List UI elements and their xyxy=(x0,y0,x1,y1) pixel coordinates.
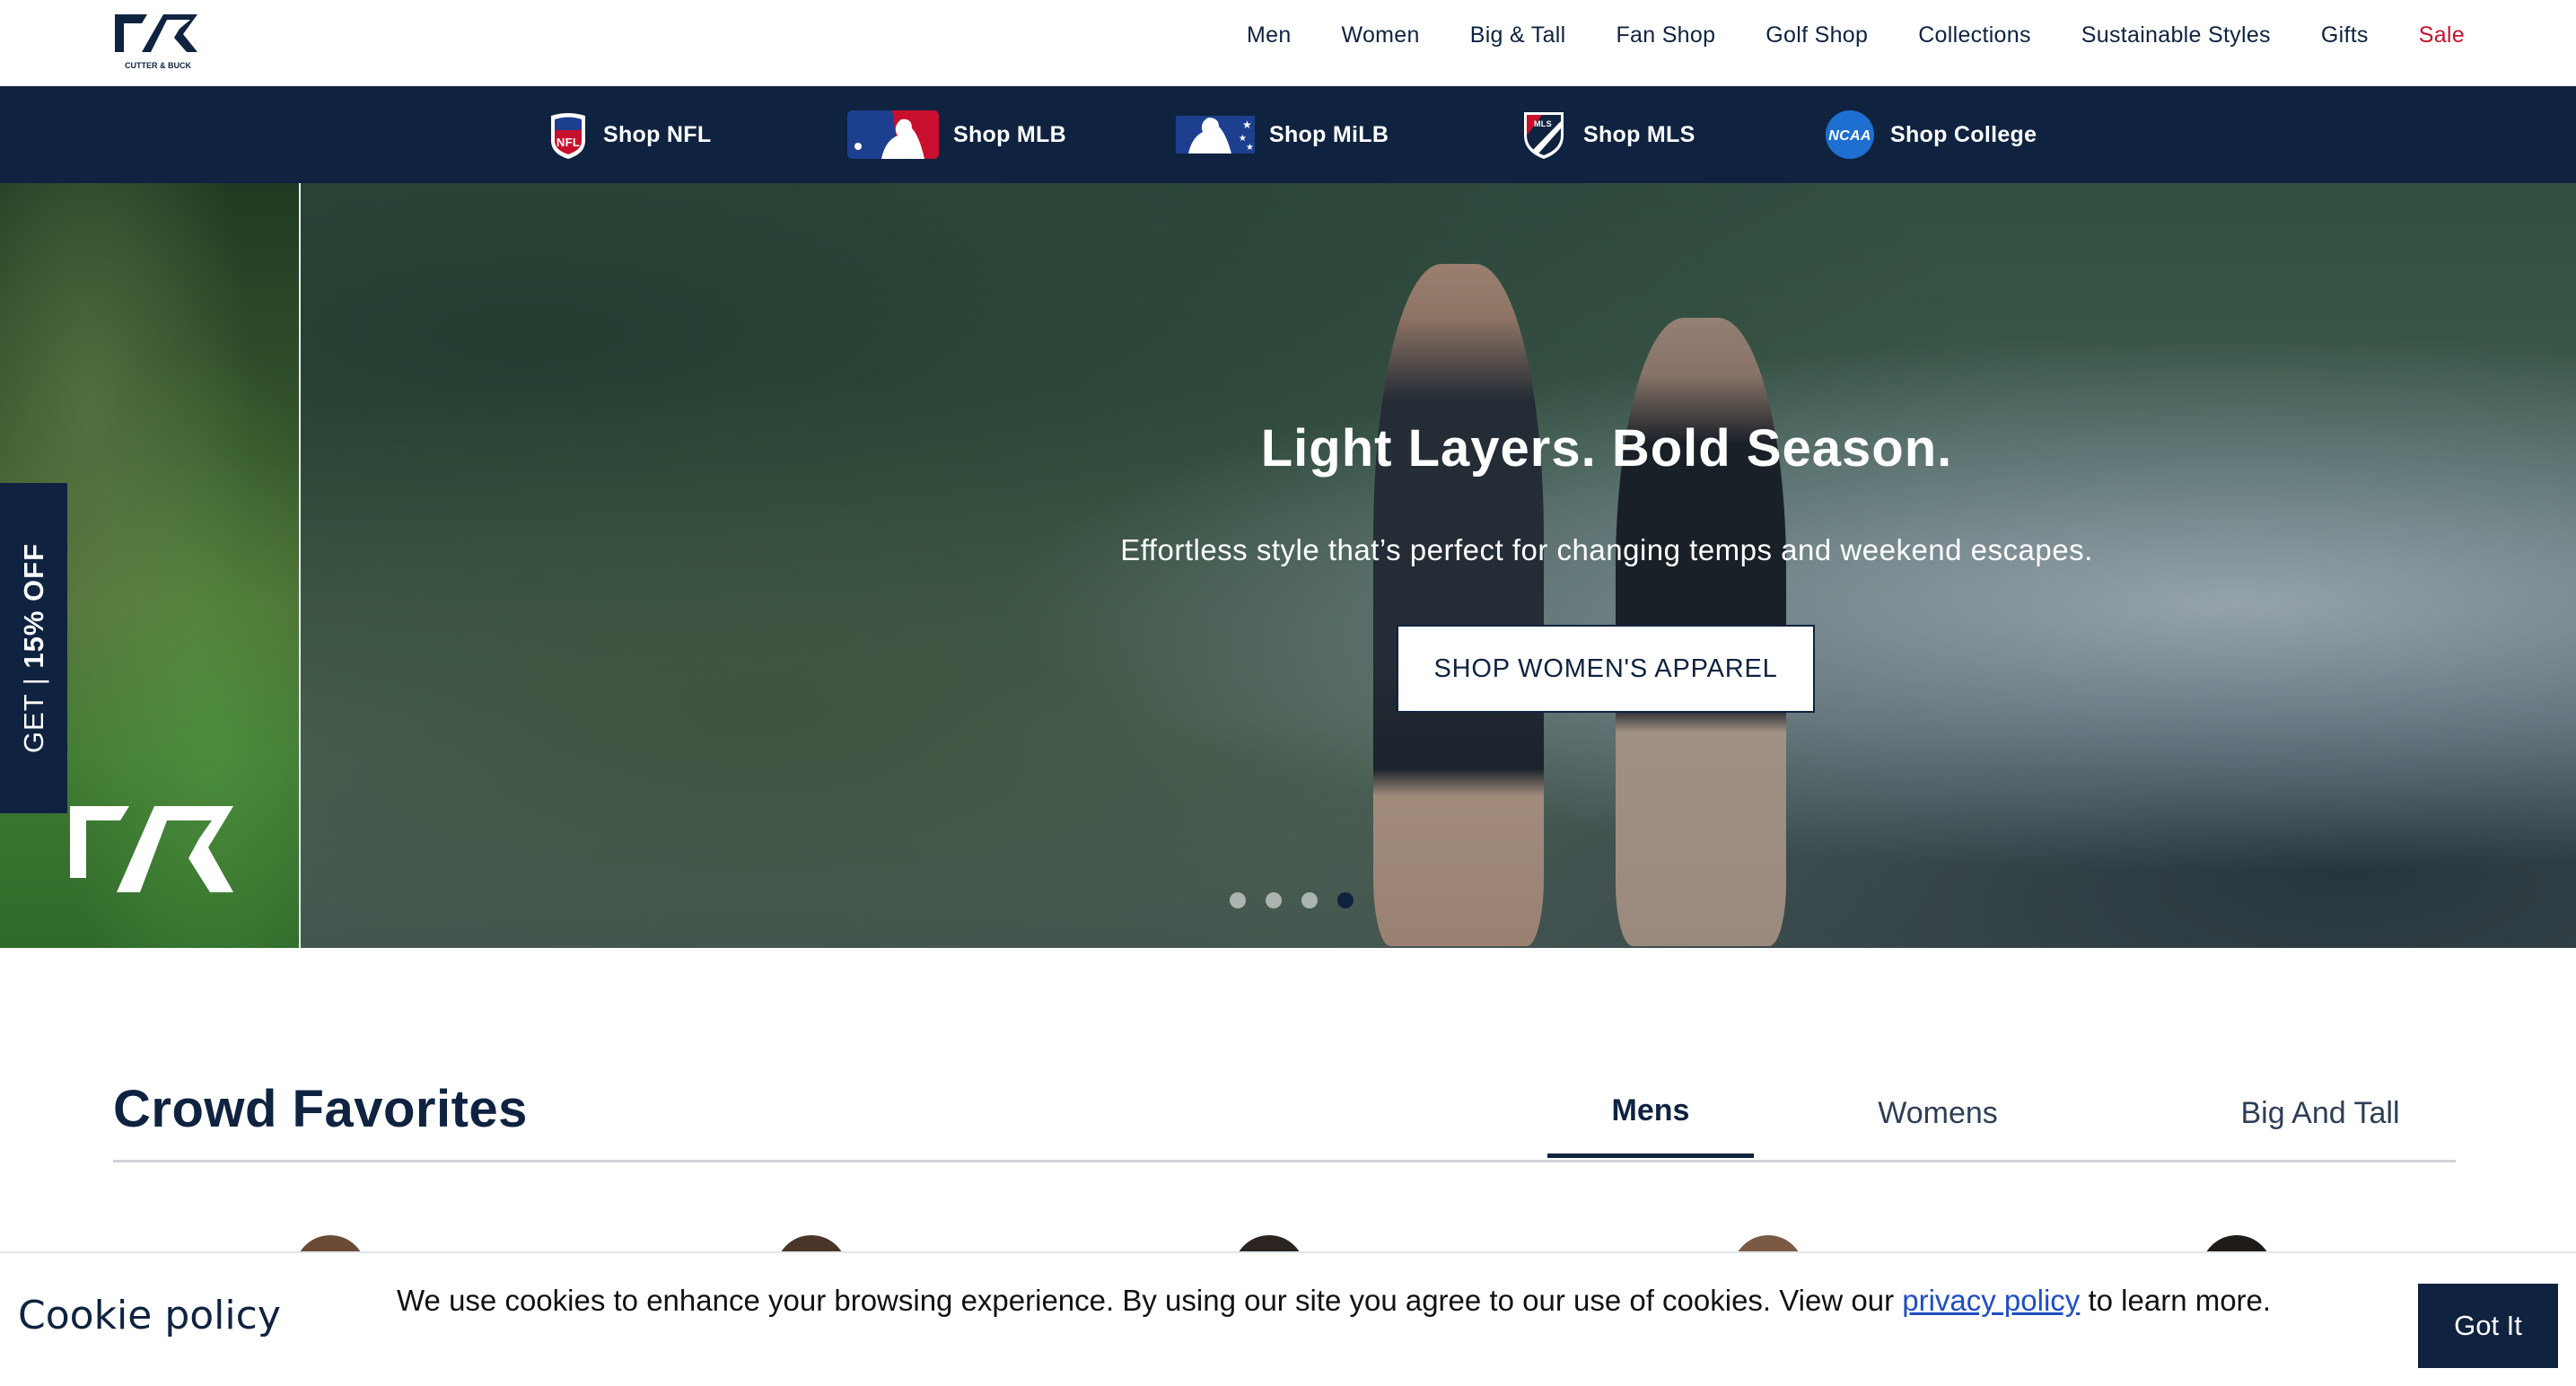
cutter-buck-logo[interactable]: CUTTER & BUCK xyxy=(111,11,205,74)
cookie-text-before: We use cookies to enhance your browsing … xyxy=(397,1284,1903,1317)
svg-text:NCAA: NCAA xyxy=(1828,128,1871,144)
privacy-policy-link[interactable]: privacy policy xyxy=(1902,1284,2080,1317)
cutter-buck-watermark-logo xyxy=(70,806,233,892)
shop-mls-label: Shop MLS xyxy=(1583,121,1695,147)
hero-title: Light Layers. Bold Season. xyxy=(1260,419,1953,478)
discount-tab-prefix: GET | xyxy=(17,668,49,754)
mlb-logo-icon xyxy=(847,110,939,159)
svg-text:NFL: NFL xyxy=(556,136,580,149)
shop-college-link[interactable]: NCAA Shop College xyxy=(1824,86,2037,183)
shop-mls-link[interactable]: MLS Shop MLS xyxy=(1519,86,1695,183)
svg-text:★: ★ xyxy=(1242,118,1252,131)
cookie-accept-button[interactable]: Got It xyxy=(2418,1284,2558,1368)
main-nav: Men Women Big & Tall Fan Shop Golf Shop … xyxy=(1196,0,2465,70)
svg-text:MLS: MLS xyxy=(1534,119,1552,128)
nav-gifts[interactable]: Gifts xyxy=(2321,22,2369,48)
shop-mlb-label: Shop MLB xyxy=(953,121,1066,147)
nav-collections[interactable]: Collections xyxy=(1918,22,2031,48)
nav-fan-shop[interactable]: Fan Shop xyxy=(1616,22,1715,48)
shop-milb-link[interactable]: ★ ★ ★ Shop MiLB xyxy=(1176,86,1389,183)
cookie-message: We use cookies to enhance your browsing … xyxy=(397,1284,2271,1318)
nfl-shield-icon: NFL xyxy=(548,109,589,161)
discount-side-tab[interactable]: GET | 15% OFF xyxy=(0,483,67,813)
logo-text: CUTTER & BUCK xyxy=(125,61,191,70)
shop-nfl-link[interactable]: NFL Shop NFL xyxy=(548,86,711,183)
ncaa-logo-icon: NCAA xyxy=(1824,109,1876,161)
discount-tab-amount: 15% OFF xyxy=(17,542,49,669)
carousel-dot-2[interactable] xyxy=(1266,892,1282,908)
mls-shield-icon: MLS xyxy=(1519,109,1569,161)
tab-mens[interactable]: Mens xyxy=(1547,1068,1754,1158)
nav-sale[interactable]: Sale xyxy=(2419,22,2465,48)
shop-milb-label: Shop MiLB xyxy=(1269,121,1389,147)
nav-sustainable-styles[interactable]: Sustainable Styles xyxy=(2081,22,2271,48)
nav-men[interactable]: Men xyxy=(1247,22,1292,48)
shop-nfl-label: Shop NFL xyxy=(603,121,712,147)
milb-logo-icon: ★ ★ ★ xyxy=(1176,112,1255,157)
top-nav: CUTTER & BUCK Men Women Big & Tall Fan S… xyxy=(0,0,2576,86)
tab-womens[interactable]: Womens xyxy=(1835,1068,2041,1158)
hero-carousel: Light Layers. Bold Season. Effortless st… xyxy=(0,183,2576,948)
carousel-dots xyxy=(1230,892,1354,908)
crowd-favorites-title: Crowd Favorites xyxy=(113,1080,528,1138)
cookie-banner: Cookie policy We use cookies to enhance … xyxy=(0,1251,2576,1386)
nav-golf-shop[interactable]: Golf Shop xyxy=(1766,22,1868,48)
nav-big-and-tall[interactable]: Big & Tall xyxy=(1470,22,1566,48)
svg-text:★: ★ xyxy=(1246,143,1254,153)
tabs-divider xyxy=(113,1160,2456,1162)
shop-womens-apparel-button[interactable]: SHOP WOMEN'S APPAREL xyxy=(1397,625,1815,713)
cookie-title: Cookie policy xyxy=(18,1293,281,1338)
crowd-favorites-tabs: Mens Womens Big And Tall xyxy=(1547,1068,2456,1162)
league-bar: NFL Shop NFL Shop MLB ★ ★ ★ Shop MiLB ML… xyxy=(0,86,2576,183)
shop-college-label: Shop College xyxy=(1890,121,2037,147)
carousel-dot-3[interactable] xyxy=(1301,892,1318,908)
cookie-text-after: to learn more. xyxy=(2080,1284,2272,1317)
model-woman-vest xyxy=(1373,264,1544,946)
tab-big-and-tall[interactable]: Big And Tall xyxy=(2185,1068,2456,1158)
hero-subtitle: Effortless style that’s perfect for chan… xyxy=(1120,533,2093,566)
discount-tab-text: GET | 15% OFF xyxy=(18,543,50,753)
carousel-dot-4[interactable] xyxy=(1337,892,1354,908)
shop-mlb-link[interactable]: Shop MLB xyxy=(847,86,1066,183)
carousel-dot-1[interactable] xyxy=(1230,892,1246,908)
nav-women[interactable]: Women xyxy=(1342,22,1420,48)
